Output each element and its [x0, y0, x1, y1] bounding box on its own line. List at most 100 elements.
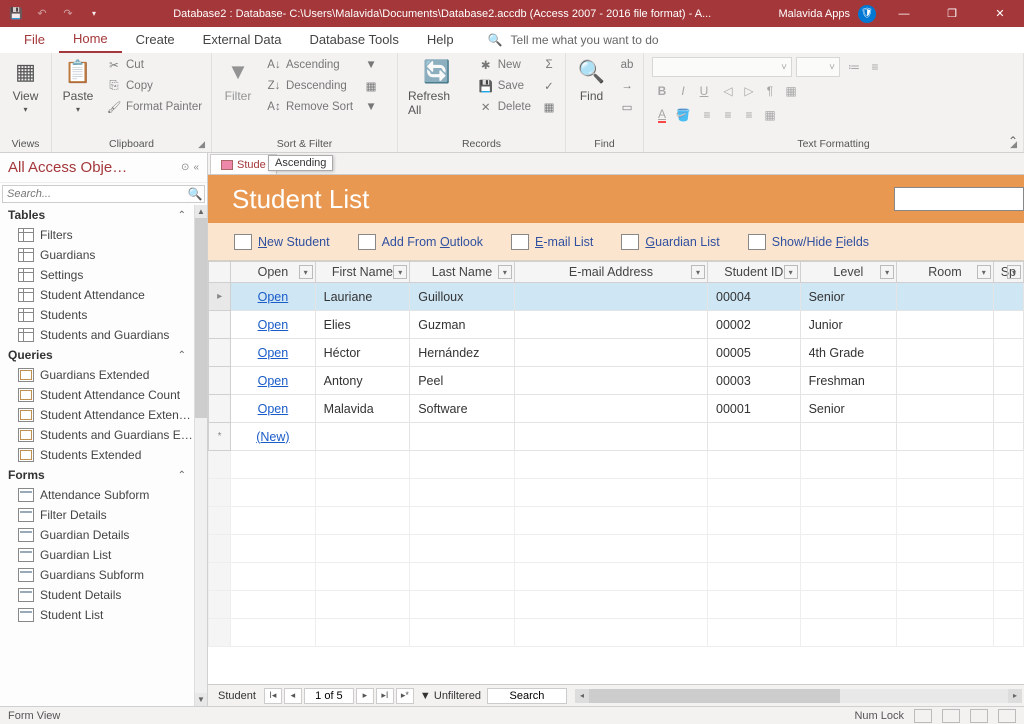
cell-room[interactable] [897, 311, 994, 339]
tab-home[interactable]: Home [59, 27, 122, 53]
tell-me-search[interactable]: 🔍 Tell me what you want to do [488, 33, 659, 47]
scroll-up-icon[interactable]: ▲ [195, 205, 207, 218]
nav-item[interactable]: Students and Guardians E… [0, 425, 194, 445]
column-header[interactable]: First Name▾ [315, 262, 410, 283]
cell-room[interactable] [897, 283, 994, 311]
cell-room[interactable] [897, 395, 994, 423]
nav-item[interactable]: Guardians Extended [0, 365, 194, 385]
cell-level[interactable]: Freshman [800, 367, 897, 395]
filter-status[interactable]: Unfiltered [434, 690, 481, 702]
remove-sort-button[interactable]: A↕Remove Sort [262, 97, 357, 117]
cell-open[interactable]: Open [231, 283, 316, 311]
font-color-button[interactable]: A [652, 105, 672, 125]
row-selector[interactable] [209, 395, 231, 423]
scroll-right-icon[interactable]: ▸ [1008, 689, 1022, 703]
cell-open[interactable]: Open [231, 311, 316, 339]
collapse-ribbon-icon[interactable]: ⌃ [1008, 134, 1018, 148]
column-dropdown-icon[interactable]: ▾ [498, 265, 512, 279]
guardian-list-button[interactable]: Guardian List [621, 234, 719, 250]
scroll-thumb[interactable] [589, 689, 840, 703]
cell-extra[interactable] [993, 395, 1023, 423]
cell-email[interactable] [514, 339, 707, 367]
selection-button[interactable]: ▼ [359, 55, 383, 75]
cell-id[interactable]: 00003 [708, 367, 801, 395]
layout-view-button[interactable] [970, 709, 988, 723]
cell-last[interactable]: Guilloux [410, 283, 515, 311]
column-dropdown-icon[interactable]: ▾ [977, 265, 991, 279]
new-row[interactable]: *(New) [209, 423, 1024, 451]
cell-room[interactable] [897, 367, 994, 395]
table-row[interactable]: OpenHéctorHernández000054th Grade [209, 339, 1024, 367]
cell-email[interactable] [514, 311, 707, 339]
underline-button[interactable]: U [694, 81, 714, 101]
column-header[interactable]: Room▾ [897, 262, 994, 283]
horizontal-scrollbar[interactable]: ◂ ▸ [575, 689, 1022, 703]
cell-email[interactable] [514, 367, 707, 395]
recordnav-search-input[interactable] [487, 688, 567, 704]
show-hide-fields-button[interactable]: Show/Hide Fields [748, 234, 869, 250]
datasheet-view-button[interactable] [942, 709, 960, 723]
nav-item[interactable]: Students and Guardians [0, 325, 194, 345]
format-painter-button[interactable]: 🖌Format Painter [102, 97, 206, 117]
restore-button[interactable]: ❐ [932, 0, 972, 27]
cell-last[interactable]: Guzman [410, 311, 515, 339]
new-record-nav-button[interactable]: ▸* [396, 688, 414, 704]
nav-item[interactable]: Guardians Subform [0, 565, 194, 585]
cell-extra[interactable] [993, 283, 1023, 311]
record-position-input[interactable] [304, 688, 354, 704]
copy-button[interactable]: ⎘Copy [102, 76, 206, 96]
cell-extra[interactable] [993, 339, 1023, 367]
column-header[interactable]: Sp▾ [993, 262, 1023, 283]
select-button[interactable]: ▭ [615, 97, 639, 117]
search-icon[interactable]: 🔍 [186, 186, 204, 202]
design-view-button[interactable] [998, 709, 1016, 723]
scroll-left-icon[interactable]: ◂ [575, 689, 589, 703]
table-row[interactable]: OpenAntonyPeel00003Freshman [209, 367, 1024, 395]
gridlines-icon[interactable]: ▦ [781, 81, 801, 101]
form-search-input[interactable] [894, 187, 1024, 211]
scroll-down-icon[interactable]: ▼ [195, 693, 207, 706]
alternate-fill-icon[interactable]: ▦ [760, 105, 780, 125]
column-dropdown-icon[interactable]: ▾ [691, 265, 705, 279]
cell-first[interactable]: Antony [315, 367, 410, 395]
nav-item[interactable]: Filter Details [0, 505, 194, 525]
add-from-outlook-button[interactable]: Add From Outlook [358, 234, 483, 250]
user-avatar-icon[interactable]: 🛡 [858, 5, 876, 23]
font-size-combo[interactable]: ˅ [796, 57, 840, 77]
nav-item[interactable]: Student Attendance Count [0, 385, 194, 405]
align-center-button[interactable]: ≡ [718, 105, 738, 125]
nav-group-queries[interactable]: Queries⌃ [0, 345, 194, 365]
tab-create[interactable]: Create [122, 27, 189, 53]
tab-external-data[interactable]: External Data [189, 27, 296, 53]
cell-extra[interactable] [993, 367, 1023, 395]
paste-button[interactable]: 📋 Paste ▾ [56, 55, 100, 116]
form-view-button[interactable] [914, 709, 932, 723]
cell-last[interactable]: Software [410, 395, 515, 423]
email-list-button[interactable]: E-mail List [511, 234, 593, 250]
cell-last[interactable]: Hernández [410, 339, 515, 367]
increase-indent-icon[interactable]: ▷ [739, 81, 759, 101]
nav-item[interactable]: Settings [0, 265, 194, 285]
save-record-button[interactable]: 💾Save [474, 76, 535, 96]
cell-first[interactable]: Elies [315, 311, 410, 339]
document-tab[interactable]: Stude [210, 154, 277, 174]
qat-customize-icon[interactable]: ▾ [82, 3, 106, 25]
cell-first[interactable]: Héctor [315, 339, 410, 367]
numbering-icon[interactable]: ≡ [865, 57, 885, 77]
toggle-filter-button[interactable]: ▼ [359, 97, 383, 117]
cell-level[interactable]: Senior [800, 395, 897, 423]
find-button[interactable]: 🔍 Find [570, 55, 613, 105]
prev-record-button[interactable]: ◂ [284, 688, 302, 704]
fill-color-button[interactable]: 🪣 [673, 105, 693, 125]
descending-button[interactable]: Z↓Descending [262, 76, 357, 96]
cell-id[interactable]: 00004 [708, 283, 801, 311]
cell-room[interactable] [897, 339, 994, 367]
cell-level[interactable]: Junior [800, 311, 897, 339]
row-selector[interactable] [209, 367, 231, 395]
nav-item[interactable]: Student Attendance [0, 285, 194, 305]
nav-scrollbar[interactable]: ▲ ▼ [194, 205, 207, 706]
nav-item[interactable]: Guardians [0, 245, 194, 265]
align-right-button[interactable]: ≡ [739, 105, 759, 125]
nav-item[interactable]: Student List [0, 605, 194, 625]
align-left-button[interactable]: ≡ [697, 105, 717, 125]
